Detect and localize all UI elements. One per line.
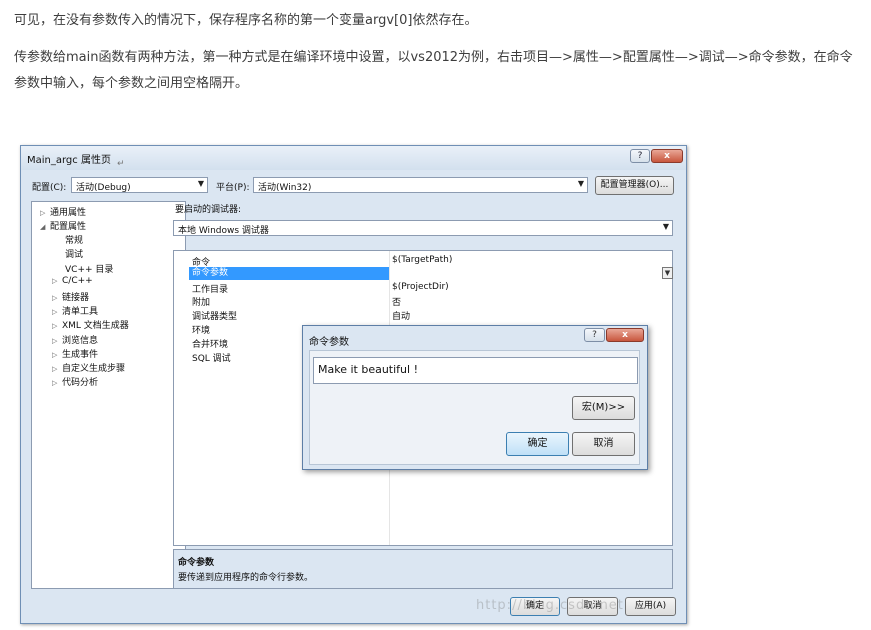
tree-item-custom-build[interactable]: ▷ 自定义生成步骤 — [52, 361, 125, 374]
prop-row-working-dir[interactable]: 工作目录 $(ProjectDir) — [174, 281, 672, 295]
expand-icon: ▷ — [52, 322, 58, 330]
expand-icon: ▷ — [52, 308, 58, 316]
text-cursor-icon: ↵ — [116, 159, 125, 169]
dialog-cancel-button[interactable]: 取消 — [572, 432, 635, 456]
tree-item-browse-info[interactable]: ▷ 浏览信息 — [52, 333, 98, 346]
tree-item-cpp[interactable]: ▷ C/C++ — [52, 276, 93, 286]
close-button[interactable]: x — [651, 149, 683, 163]
help-button[interactable]: ? — [630, 149, 650, 163]
command-args-input[interactable]: Make it beautiful ! — [313, 357, 638, 384]
config-select[interactable]: 活动(Debug) ▼ — [71, 177, 208, 193]
prop-row-command[interactable]: 命令 $(TargetPath) — [174, 254, 672, 268]
debugger-label: 要启动的调试器: — [175, 205, 242, 215]
chevron-down-icon: ▼ — [577, 179, 584, 188]
tree-item-general[interactable]: 常规 — [65, 233, 83, 246]
dialog-title: 命令参数 — [309, 337, 349, 348]
macro-button[interactable]: 宏(M)>> — [572, 396, 635, 420]
tree-item-general-props[interactable]: ▷ 通用属性 — [40, 205, 86, 218]
config-manager-button[interactable]: 配置管理器(O)... — [595, 176, 674, 195]
tree-item-manifest[interactable]: ▷ 清单工具 — [52, 304, 98, 317]
chevron-down-icon: ▼ — [662, 222, 669, 231]
property-tree: ▷ 通用属性 ◢ 配置属性 常规 调试 VC++ 目录 ▷ C/C++ ▷ 链接器 ▷ 清… — [31, 201, 186, 589]
dialog-close-button[interactable]: x — [606, 328, 644, 342]
article-paragraph-2: 传参数给main函数有两种方法，第一种方式是在编译环境中设置，以vs2012为例… — [14, 50, 853, 91]
expand-icon: ▷ — [52, 365, 58, 373]
watermark: http://blog.csdn.net — [476, 598, 624, 613]
expand-icon: ▷ — [52, 379, 58, 387]
tree-item-code-analysis[interactable]: ▷ 代码分析 — [52, 375, 98, 388]
apply-button[interactable]: 应用(A) — [625, 597, 676, 616]
expand-icon: ▷ — [52, 294, 58, 302]
command-args-dialog: 命令参数 ? x Make it beautiful ! 宏(M)>> 确定 取… — [302, 325, 648, 470]
tree-item-vc-dirs[interactable]: VC++ 目录 — [65, 262, 113, 275]
prop-row-debugger-type[interactable]: 调试器类型 自动 — [174, 308, 672, 322]
tree-item-linker[interactable]: ▷ 链接器 — [52, 290, 89, 303]
prop-row-command-args[interactable]: 命令参数 — [174, 267, 672, 280]
dialog-help-button[interactable]: ? — [584, 328, 605, 342]
tree-item-build-events[interactable]: ▷ 生成事件 — [52, 347, 98, 360]
platform-select[interactable]: 活动(Win32) ▼ — [253, 177, 588, 193]
window-titlebar: Main_argc 属性页 ↵ ? x — [21, 146, 686, 170]
collapse-icon: ◢ — [40, 223, 46, 231]
expand-icon: ▷ — [52, 351, 58, 359]
description-title: 命令参数 — [178, 558, 215, 568]
expand-icon: ▷ — [52, 277, 58, 285]
property-pages-window: Main_argc 属性页 ↵ ? x 配置(C): 活动(Debug) ▼ 平台(… — [20, 145, 687, 624]
expand-icon: ▷ — [52, 337, 58, 345]
chevron-down-icon[interactable]: ▼ — [662, 267, 673, 279]
description-text: 要传递到应用程序的命令行参数。 — [178, 573, 314, 583]
debugger-select[interactable]: 本地 Windows 调试器 ▼ — [173, 220, 673, 236]
window-title: Main_argc 属性页 ↵ — [27, 155, 125, 169]
dialog-body: Make it beautiful ! 宏(M)>> 确定 取消 — [309, 350, 640, 465]
tree-item-xml-doc[interactable]: ▷ XML 文档生成器 — [52, 318, 129, 331]
dialog-ok-button[interactable]: 确定 — [506, 432, 569, 456]
expand-icon: ▷ — [40, 209, 46, 217]
description-panel: 命令参数 要传递到应用程序的命令行参数。 — [173, 549, 673, 589]
tree-item-debugging[interactable]: 调试 — [65, 247, 83, 260]
tree-item-config-props[interactable]: ◢ 配置属性 — [40, 219, 86, 232]
article-paragraph-1: 可见，在没有参数传入的情况下，保存程序名称的第一个变量argv[0]依然存在。 — [14, 13, 478, 28]
platform-label: 平台(P): — [216, 183, 250, 193]
prop-row-attach[interactable]: 附加否 — [174, 294, 672, 308]
config-label: 配置(C): — [32, 183, 67, 193]
chevron-down-icon: ▼ — [197, 179, 204, 188]
